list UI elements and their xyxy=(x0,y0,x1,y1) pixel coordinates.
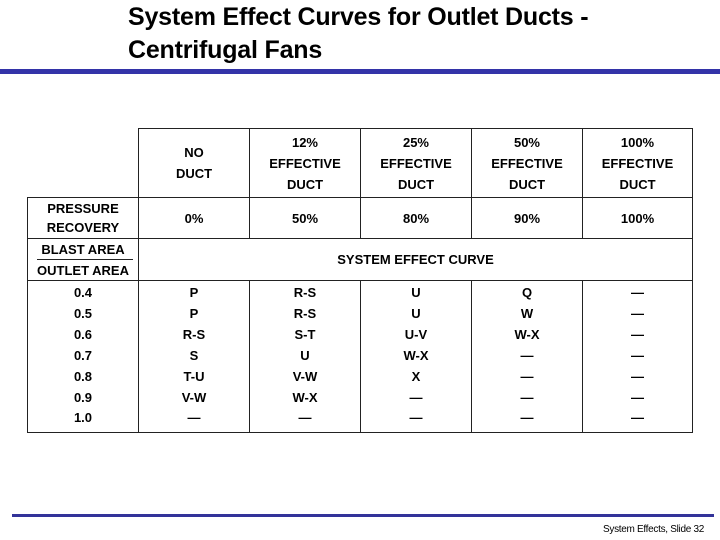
curve-value: — xyxy=(187,410,201,426)
curve-value: — xyxy=(631,368,644,384)
curve-value: X xyxy=(411,368,421,384)
area-ratio-denominator: OUTLET AREA xyxy=(37,262,129,278)
header-line: EFFECTIVE xyxy=(601,155,674,171)
table-border-right xyxy=(692,128,693,433)
header-line: EFFECTIVE xyxy=(491,155,563,171)
curve-value: V-W xyxy=(181,389,207,405)
system-effect-curve-header: SYSTEM EFFECT CURVE xyxy=(337,252,494,267)
area-ratio-value: 0.7 xyxy=(73,347,93,363)
curve-value: W-X xyxy=(514,326,540,342)
curve-value: — xyxy=(631,326,644,342)
curve-value: — xyxy=(409,389,423,405)
column-header-no-duct: NO DUCT xyxy=(139,129,249,197)
curve-value: — xyxy=(631,410,644,426)
curve-value: Q xyxy=(521,285,533,300)
curve-value: P xyxy=(189,305,199,321)
curve-value: P xyxy=(189,285,199,300)
header-line: EFFECTIVE xyxy=(269,155,341,171)
curve-value: — xyxy=(298,410,312,426)
curve-value: — xyxy=(520,410,534,426)
header-line: 100% xyxy=(620,134,655,150)
column-header-25pct: 25% EFFECTIVE DUCT xyxy=(361,129,471,197)
pressure-recovery-value: 80% xyxy=(402,210,430,226)
curve-value: — xyxy=(631,305,644,321)
label-line: PRESSURE xyxy=(47,201,119,216)
pressure-recovery-value: 100% xyxy=(620,210,655,226)
curve-value: U-V xyxy=(404,326,428,342)
curve-value: W-X xyxy=(403,347,429,363)
curve-value: V-W xyxy=(292,368,318,384)
curve-value: — xyxy=(631,285,644,300)
header-line: DUCT xyxy=(508,176,546,192)
footer-divider xyxy=(12,514,714,517)
header-line: 12% xyxy=(291,134,318,150)
area-ratio-value: 0.5 xyxy=(73,305,93,321)
curve-value: — xyxy=(409,410,423,426)
header-line: EFFECTIVE xyxy=(380,155,452,171)
column-header-100pct: 100% EFFECTIVE DUCT xyxy=(583,129,692,197)
header-line: DUCT xyxy=(286,176,324,192)
curve-value: S-T xyxy=(294,326,316,342)
curve-value: W xyxy=(520,305,534,321)
pressure-recovery-label: PRESSURE RECOVERY xyxy=(28,198,138,238)
curve-value: — xyxy=(631,347,644,363)
area-ratio-value: 0.4 xyxy=(73,285,93,300)
header-line: DUCT xyxy=(619,176,656,192)
system-effect-table: NO DUCT 12% EFFECTIVE DUCT 25% EFFECTIVE… xyxy=(0,0,720,540)
pressure-recovery-value: 50% xyxy=(291,210,319,226)
curve-value: W-X xyxy=(292,389,318,405)
label-line: RECOVERY xyxy=(46,220,120,235)
area-ratio-value: 0.6 xyxy=(73,326,93,342)
area-ratio-value: 1.0 xyxy=(73,410,93,426)
area-ratio-value: 0.9 xyxy=(73,389,93,405)
pressure-recovery-value: 90% xyxy=(513,210,541,226)
curve-value: — xyxy=(631,389,644,405)
column-header-50pct: 50% EFFECTIVE DUCT xyxy=(472,129,582,197)
header-line: 50% xyxy=(513,134,540,150)
column-header-12pct: 12% EFFECTIVE DUCT xyxy=(250,129,360,197)
header-line: NO xyxy=(184,145,204,160)
curve-value: U xyxy=(411,305,421,321)
curve-value: R-S xyxy=(293,305,317,321)
header-line: DUCT xyxy=(397,176,435,192)
area-ratio-value: 0.8 xyxy=(73,368,93,384)
header-line: DUCT xyxy=(175,166,213,181)
pressure-recovery-value: 0% xyxy=(184,210,204,226)
area-ratio-numerator: BLAST AREA xyxy=(41,241,125,257)
curve-value: — xyxy=(520,368,534,384)
curve-value: — xyxy=(520,389,534,405)
header-line: 25% xyxy=(402,134,429,150)
curve-value: R-S xyxy=(293,285,317,300)
curve-value: R-S xyxy=(182,326,206,342)
curve-value: U xyxy=(300,347,310,363)
curve-value: S xyxy=(189,347,199,363)
curve-value: U xyxy=(411,285,421,300)
curve-value: T-U xyxy=(183,368,205,384)
slide-footer: System Effects, Slide 32 xyxy=(603,524,704,535)
curve-value: — xyxy=(520,347,534,363)
